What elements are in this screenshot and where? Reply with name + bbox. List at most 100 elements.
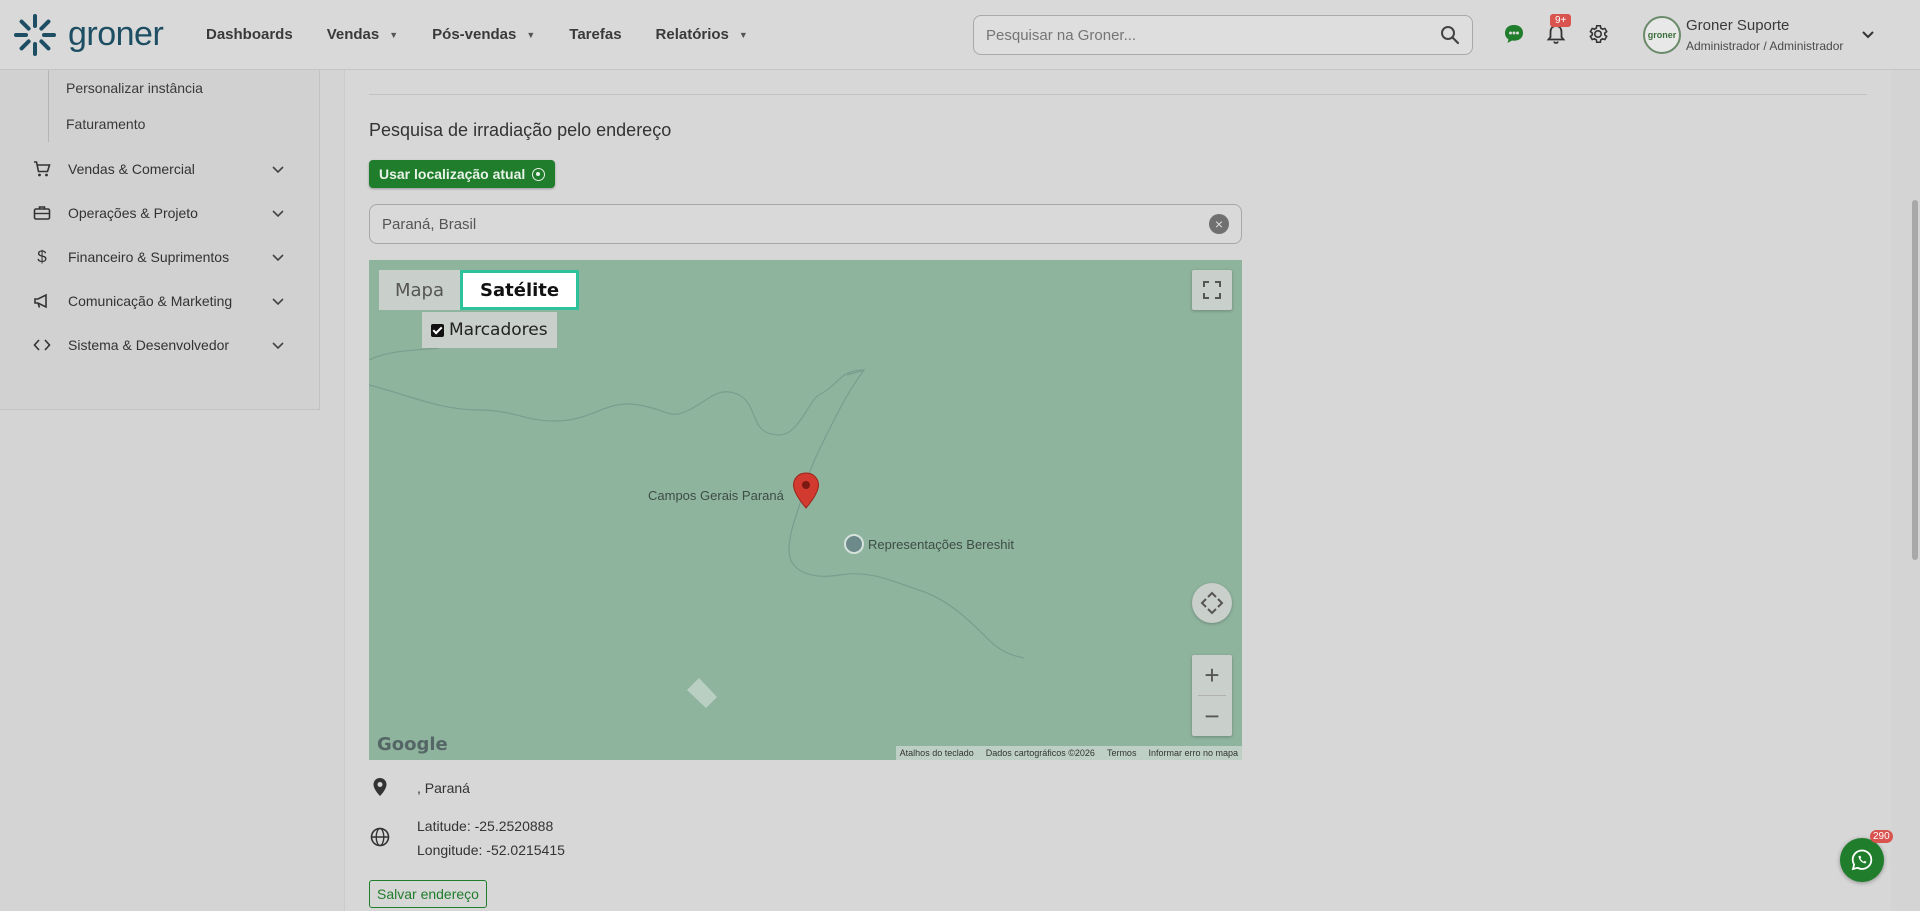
gear-icon[interactable] [1584, 20, 1612, 48]
chevron-down-icon [272, 205, 284, 221]
markers-checkbox[interactable] [431, 323, 444, 337]
nav-pos-vendas-label: Pós-vendas [432, 26, 517, 43]
fullscreen-button[interactable] [1192, 270, 1232, 310]
chat-badge: 290 [1870, 830, 1893, 843]
pan-arrows-icon [1200, 591, 1224, 615]
sidebar-item-comunicacao-marketing[interactable]: Comunicação & Marketing [0, 279, 320, 323]
whatsapp-chat-button[interactable] [1840, 838, 1884, 882]
nav-vendas-label: Vendas [326, 26, 380, 43]
sidebar-item-sistema-desenvolvedor[interactable]: Sistema & Desenvolvedor [0, 323, 320, 367]
top-bar: groner Dashboards Vendas ▼ Pós-vendas ▼ Ta… [0, 0, 1920, 70]
avatar: groner [1643, 16, 1681, 54]
map-type-control: Mapa Satélite [379, 270, 580, 310]
chevron-down-icon [272, 337, 284, 353]
user-name: Groner Suporte [1686, 17, 1790, 34]
camera-control-button[interactable] [1192, 583, 1232, 623]
search-icon[interactable] [1440, 25, 1460, 45]
search-input[interactable] [986, 26, 1440, 44]
caret-down-icon: ▼ [526, 29, 536, 40]
megaphone-icon [32, 291, 52, 311]
map-attribution: Atalhos do teclado Dados cartográficos ©… [895, 746, 1242, 760]
clear-icon[interactable]: × [1209, 214, 1229, 234]
use-current-location-button[interactable]: Usar localização atual [369, 160, 556, 188]
report-error-link[interactable]: Informar erro no mapa [1148, 748, 1238, 758]
chevron-down-icon [272, 293, 284, 309]
sidebar-item-vendas-comercial[interactable]: Vendas & Comercial [0, 147, 320, 191]
main-nav: Dashboards Vendas ▼ Pós-vendas ▼ Tarefas R… [206, 26, 782, 43]
poi-representacoes-bereshit[interactable]: Representações Bereshit [844, 534, 1014, 554]
map-type-mapa-button[interactable]: Mapa [379, 270, 461, 310]
terms-link[interactable]: Termos [1107, 748, 1137, 758]
location-target-icon [532, 167, 546, 181]
code-icon [32, 335, 52, 355]
nav-tarefas-label: Tarefas [569, 26, 622, 43]
longitude-text: Longitude: -52.0215415 [417, 842, 565, 858]
nav-tarefas[interactable]: Tarefas [569, 26, 621, 43]
scrollbar[interactable] [1912, 200, 1918, 560]
caret-down-icon: ▼ [389, 29, 399, 40]
sidebar-sub-list: Personalizar instância Faturamento [48, 70, 203, 142]
address-field: × [369, 204, 1242, 244]
nav-relatorios[interactable]: Relatórios ▼ [656, 26, 748, 43]
save-address-button[interactable]: Salvar endereço [369, 880, 487, 908]
address-row: , Paraná [369, 776, 470, 800]
briefcase-icon [32, 203, 52, 223]
nav-dashboards[interactable]: Dashboards [206, 26, 293, 43]
notifications-badge: 9+ [1550, 14, 1572, 27]
address-text: , Paraná [417, 780, 470, 796]
global-search [973, 15, 1473, 55]
sidebar-item-label: Operações & Projeto [68, 205, 198, 221]
markers-toggle[interactable]: Marcadores [422, 312, 557, 348]
nav-pos-vendas[interactable]: Pós-vendas ▼ [432, 26, 535, 43]
sidebar: Personalizar instância Faturamento Venda… [0, 70, 320, 410]
nav-relatorios-label: Relatórios [655, 26, 729, 43]
chevron-down-icon[interactable] [1861, 27, 1875, 43]
user-names: Groner Suporte Administrador / Administr… [1686, 17, 1843, 53]
groner-logo-mark-icon [12, 12, 58, 58]
address-input[interactable] [382, 215, 1209, 233]
avatar-text: groner [1647, 30, 1677, 40]
dollar-icon: $ [37, 247, 47, 266]
location-pin-icon [369, 776, 391, 798]
section-title: Pesquisa de irradiação pelo endereço [369, 120, 672, 140]
school-icon [844, 534, 864, 554]
nav-vendas[interactable]: Vendas ▼ [327, 26, 398, 43]
sidebar-item-financeiro-suprimentos[interactable]: $ Financeiro & Suprimentos [0, 235, 320, 279]
map-marker-pin-icon[interactable] [792, 472, 820, 515]
nav-dashboards-label: Dashboards [206, 26, 293, 43]
sidebar-subitem-faturamento[interactable]: Faturamento [66, 106, 203, 142]
globe-icon [369, 826, 391, 848]
fullscreen-icon [1203, 281, 1221, 299]
chevron-down-icon [272, 249, 284, 265]
sidebar-item-operacoes-projeto[interactable]: Operações & Projeto [0, 191, 320, 235]
zoom-in-button[interactable]: + [1192, 655, 1232, 695]
groner-logo-wordmark: groner [68, 15, 164, 53]
sidebar-item-label: Comunicação & Marketing [68, 293, 233, 309]
cart-icon [32, 159, 52, 179]
sidebar-menu: Vendas & Comercial Operações & Projeto $… [0, 147, 320, 367]
poi-label: Representações Bereshit [868, 536, 1014, 552]
place-label[interactable]: Campos Gerais Paraná [648, 488, 784, 503]
map-view[interactable]: Mapa Satélite Marcadores + − Campos Gera… [369, 260, 1242, 760]
map-data-text: Dados cartográficos ©2026 [985, 748, 1095, 758]
whatsapp-icon [1851, 849, 1873, 871]
sidebar-item-label: Financeiro & Suprimentos [68, 249, 230, 265]
groner-logo[interactable]: groner [12, 12, 172, 58]
keyboard-shortcuts-link[interactable]: Atalhos do teclado [900, 748, 974, 758]
markers-label: Marcadores [449, 320, 548, 340]
use-current-location-label: Usar localização atual [379, 166, 526, 182]
user-menu[interactable]: groner Groner Suporte Administrador / Ad… [1643, 16, 1875, 54]
caret-down-icon: ▼ [738, 29, 748, 40]
sidebar-item-label: Vendas & Comercial [68, 161, 195, 177]
map-type-satellite-button[interactable]: Satélite [460, 270, 580, 310]
chevron-down-icon [272, 161, 284, 177]
google-logo: Google [377, 734, 448, 755]
sidebar-subitem-personalizar[interactable]: Personalizar instância [66, 70, 203, 106]
main-content: Pesquisa de irradiação pelo endereço Usa… [344, 70, 1891, 911]
coordinates-row: Latitude: -25.2520888 Longitude: -52.021… [369, 814, 565, 862]
zoom-out-button[interactable]: − [1192, 696, 1232, 736]
coordinates: Latitude: -25.2520888 Longitude: -52.021… [417, 814, 565, 862]
latitude-text: Latitude: -25.2520888 [417, 818, 554, 834]
chat-bubble-icon[interactable] [1500, 20, 1528, 48]
user-role: Administrador / Administrador [1686, 39, 1844, 53]
